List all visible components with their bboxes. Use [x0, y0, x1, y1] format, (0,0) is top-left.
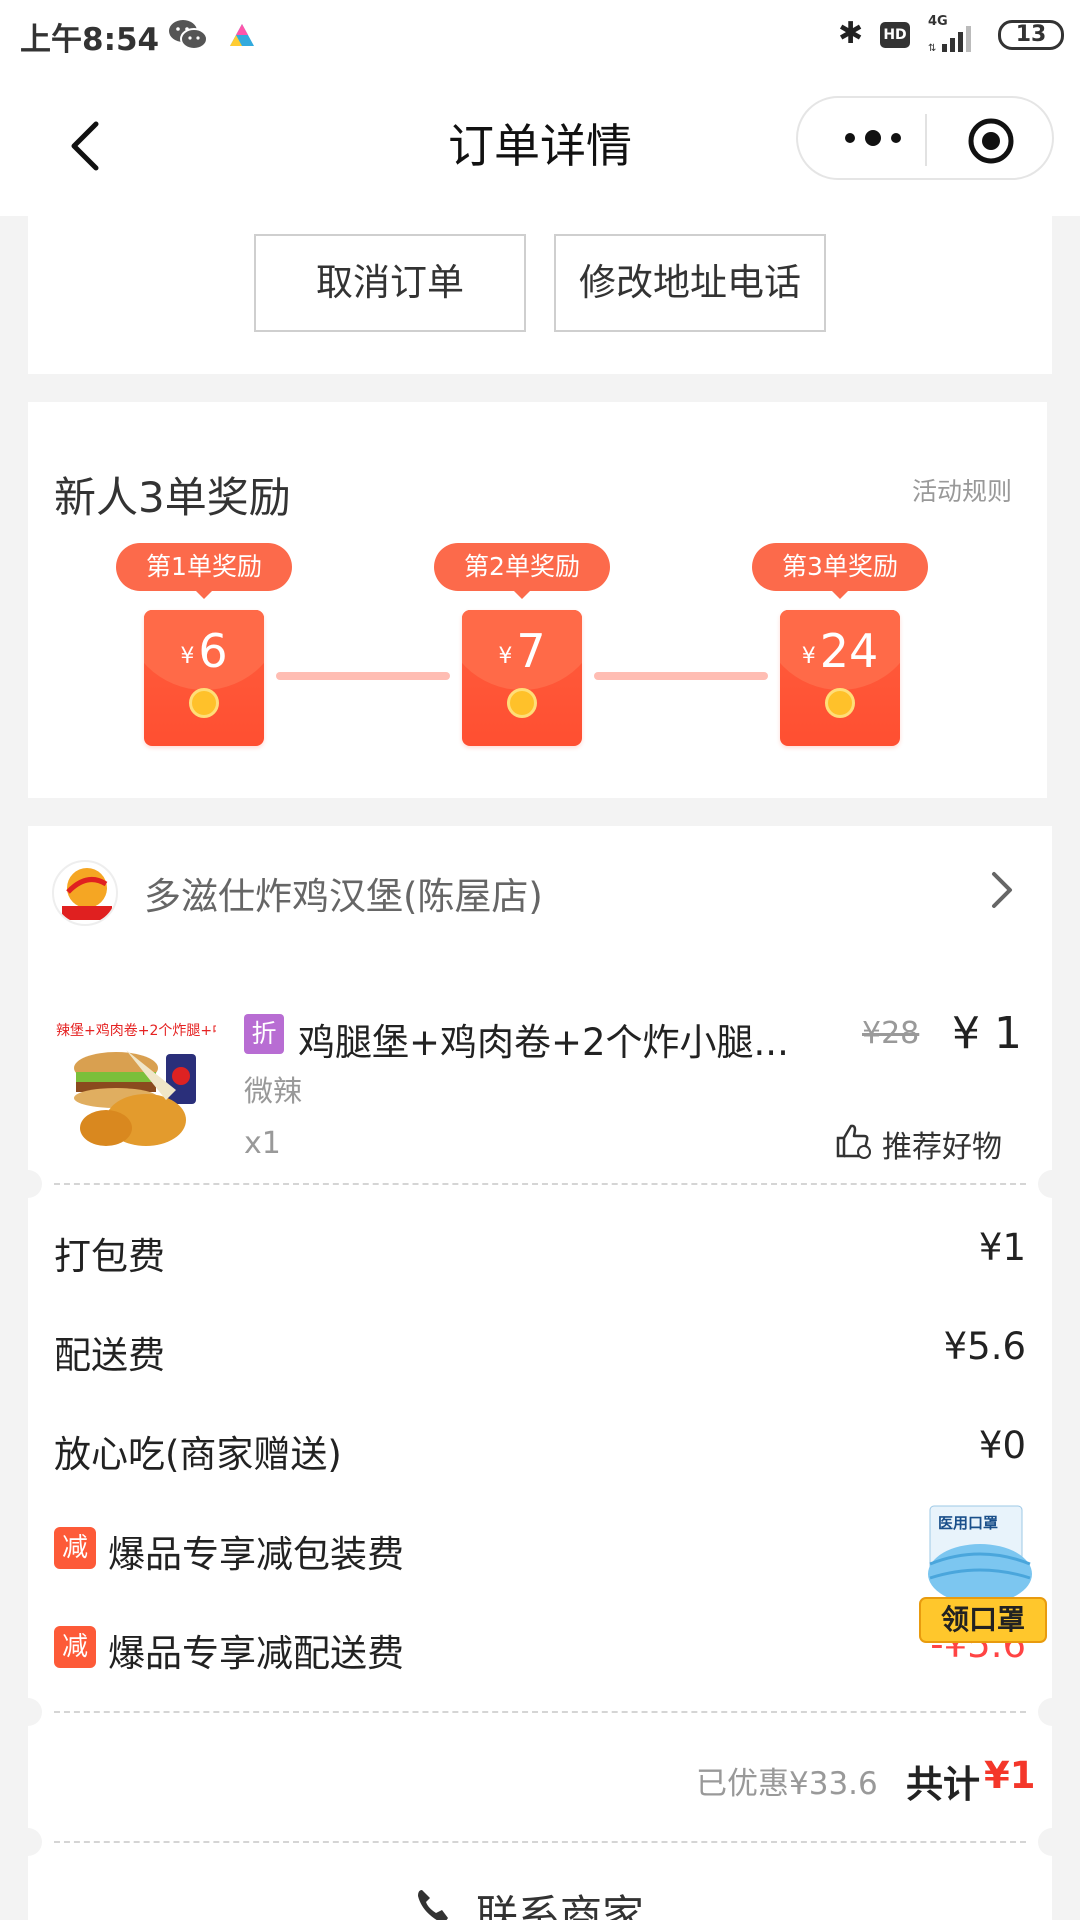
total-label: 共计 [906, 1763, 980, 1806]
dashed-divider [54, 1841, 1026, 1843]
coin-icon [825, 688, 855, 718]
reduce-badge: 减 [54, 1527, 96, 1569]
signal-icon: ⇅ [928, 26, 971, 52]
cancel-order-button[interactable]: 取消订单 [254, 234, 526, 332]
reward-connector [276, 672, 450, 680]
discount-badge: 折 [244, 1014, 284, 1054]
close-mini-program-icon[interactable] [966, 116, 1016, 166]
food-image[interactable]: 辣堡+鸡肉卷+2个炸腿+中 [56, 1010, 216, 1162]
page-title: 订单详情 [448, 119, 632, 173]
envelope-amount: ¥7 [498, 624, 546, 678]
food-name: 鸡腿堡+鸡肉卷+2个炸小腿... [298, 1021, 789, 1064]
reward-step-label: 第2单奖励 [434, 543, 610, 591]
item-price: ¥ 1 [952, 1008, 1022, 1059]
divider-notch [1038, 1170, 1066, 1198]
package-discount-label: 爆品专享减包装费 [108, 1533, 404, 1576]
coin-icon [189, 688, 219, 718]
safe-eat-label: 放心吃(商家赠送) [54, 1433, 342, 1476]
svg-text:⇅: ⇅ [928, 43, 936, 52]
delivery-fee-value: ¥5.6 [943, 1325, 1026, 1368]
original-price: ¥28 [862, 1016, 920, 1051]
mini-program-capsule [796, 96, 1054, 180]
divider-notch [1038, 1828, 1066, 1856]
reward-step-label: 第3单奖励 [752, 543, 928, 591]
packing-fee-label: 打包费 [54, 1235, 165, 1278]
divider-notch [14, 1170, 42, 1198]
shop-logo [52, 860, 118, 926]
reduce-badge: 减 [54, 1626, 96, 1668]
shop-name[interactable]: 多滋仕炸鸡汉堡(陈屋店) [144, 866, 543, 920]
more-menu-icon[interactable] [838, 120, 908, 156]
envelope-amount: ¥24 [801, 624, 879, 678]
divider-notch [1038, 1698, 1066, 1726]
bluetooth-icon: ✱ [838, 16, 864, 51]
pill-pointer [195, 590, 213, 599]
red-envelope: ¥24 [780, 610, 900, 746]
delivery-discount-label: 爆品专享减配送费 [108, 1632, 404, 1675]
pill-pointer [513, 590, 531, 599]
divider-notch [14, 1828, 42, 1856]
safe-eat-value: ¥0 [978, 1424, 1026, 1467]
back-arrow-icon[interactable] [66, 118, 106, 174]
contact-merchant-button[interactable]: 联系商家 [476, 1882, 644, 1920]
hd-icon: HD [880, 22, 910, 48]
food-image-caption: 辣堡+鸡肉卷+2个炸腿+中 [56, 1023, 216, 1039]
item-quantity: x1 [244, 1126, 281, 1161]
chevron-right-icon[interactable] [990, 870, 1014, 910]
reward-step-label: 第1单奖励 [116, 543, 292, 591]
mask-box-text: 医用口罩 [938, 1514, 999, 1532]
red-envelope: ¥7 [462, 610, 582, 746]
red-envelope: ¥6 [144, 610, 264, 746]
packing-fee-value: ¥1 [978, 1226, 1026, 1269]
coin-icon [507, 688, 537, 718]
get-mask-label: 领口罩 [940, 1603, 1025, 1636]
reward-title: 新人3单奖励 [54, 473, 291, 522]
app-triangle-icon [230, 24, 254, 46]
status-bar: 上午8:54 ✱ HD 4G ⇅ 13 [0, 0, 1080, 72]
envelope-amount: ¥6 [180, 624, 228, 678]
pill-pointer [831, 590, 849, 599]
thumbs-up-icon[interactable] [834, 1122, 872, 1160]
modify-address-button[interactable]: 修改地址电话 [554, 234, 826, 332]
total-value: ¥1 [984, 1754, 1036, 1797]
recommend-button[interactable]: 推荐好物 [882, 1122, 1002, 1166]
saved-amount: 已优惠¥33.6 [696, 1766, 878, 1802]
item-spec: 微辣 [244, 1074, 303, 1108]
battery-icon: 13 [998, 20, 1064, 50]
capsule-divider [925, 114, 927, 166]
action-card [28, 216, 1052, 374]
reward-connector [594, 672, 768, 680]
delivery-fee-label: 配送费 [54, 1334, 165, 1377]
divider-notch [14, 1698, 42, 1726]
order-card [28, 826, 1052, 1920]
dashed-divider [54, 1183, 1026, 1185]
dashed-divider [54, 1711, 1026, 1713]
status-time: 上午8:54 [20, 22, 160, 58]
phone-icon [418, 1890, 448, 1920]
wechat-icon [169, 20, 208, 50]
mask-promo-float[interactable]: 医用口罩 领口罩 [916, 1498, 1050, 1648]
activity-rules-link[interactable]: 活动规则 [912, 472, 1012, 508]
